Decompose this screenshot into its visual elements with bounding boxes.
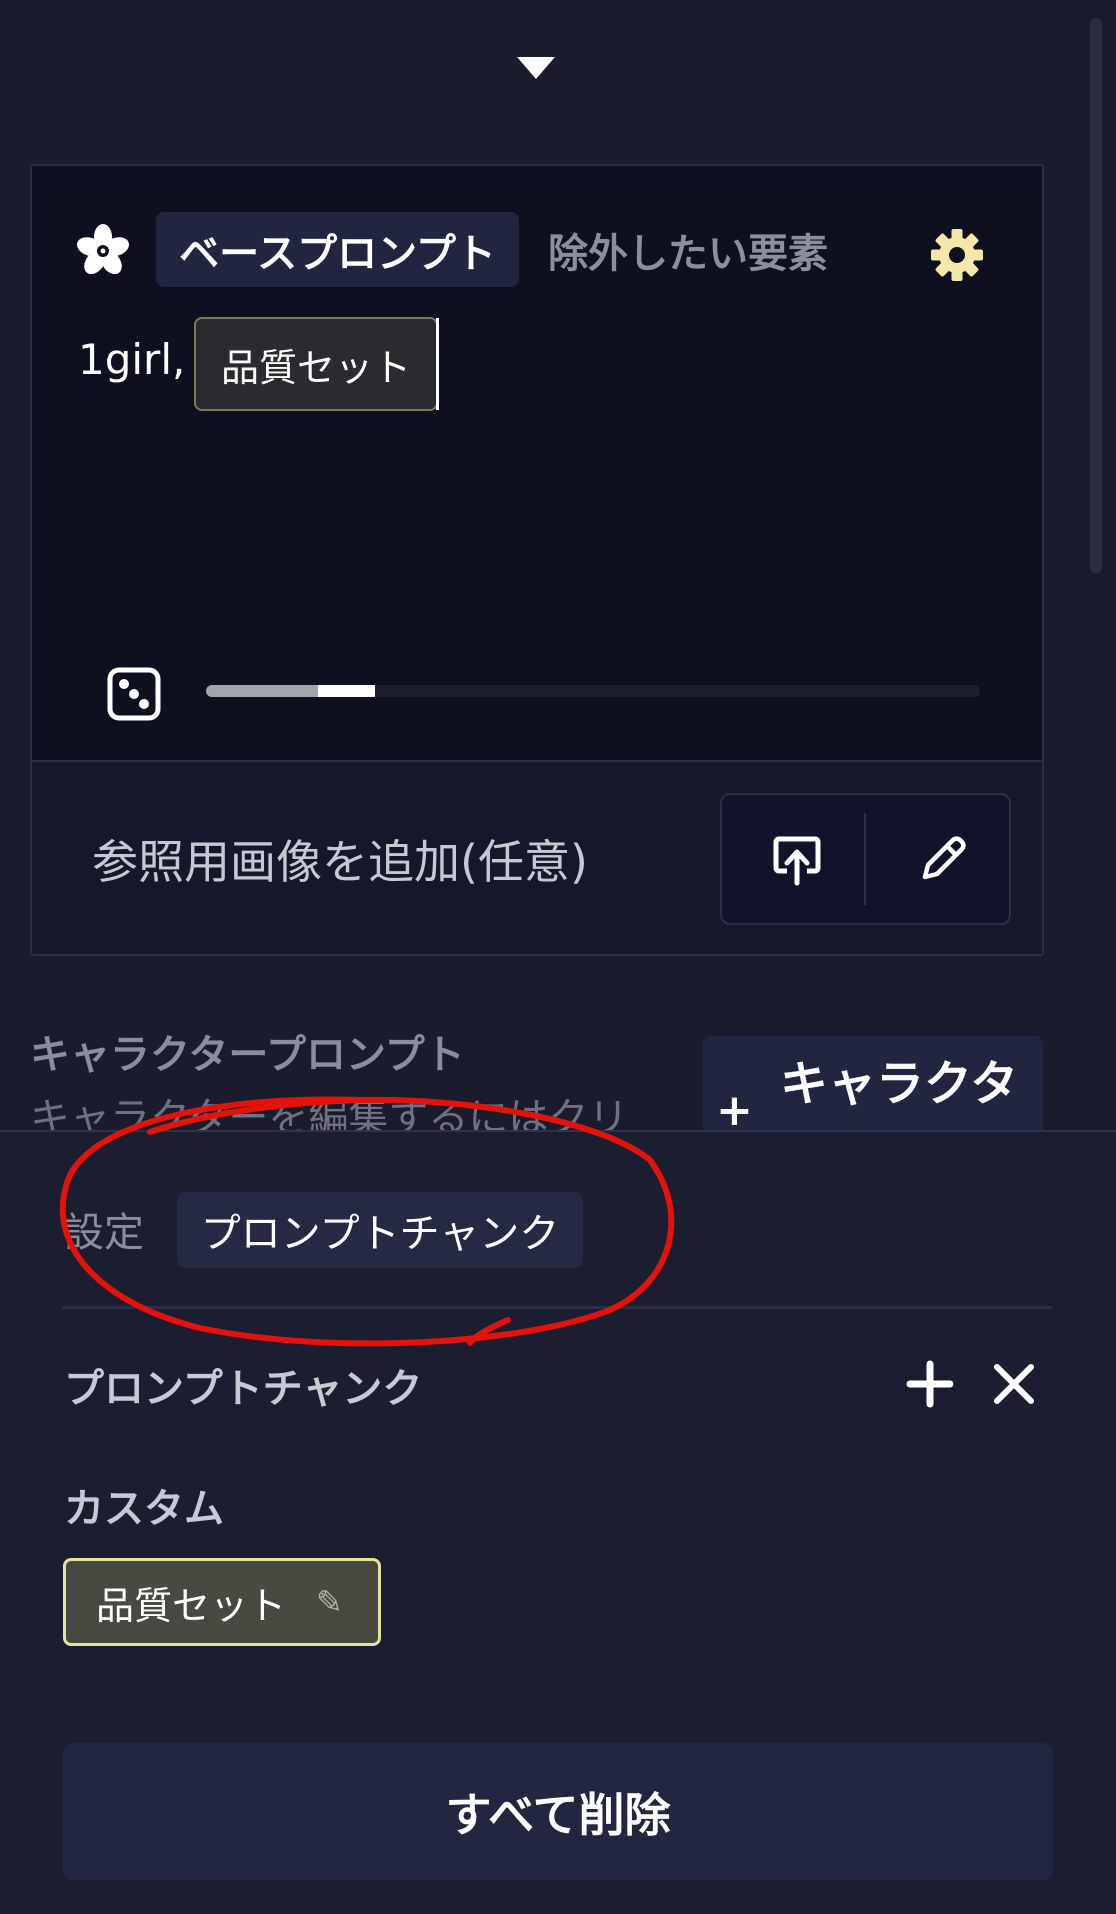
delete-all-button[interactable]: すべて削除: [63, 1743, 1053, 1880]
collapse-toggle[interactable]: [514, 52, 558, 84]
plus-icon: +: [716, 1085, 753, 1136]
caret-down-icon: [517, 57, 555, 79]
text-caret: [436, 318, 439, 410]
tab-settings[interactable]: 設定: [64, 1200, 144, 1258]
custom-heading: カスタム: [64, 1486, 224, 1532]
seed-slider-thumb[interactable]: [318, 685, 375, 697]
edit-icon[interactable]: ✎: [316, 1583, 343, 1621]
prompt-chunk-heading: プロンプトチャンク: [64, 1366, 423, 1412]
divider: [62, 1306, 1052, 1309]
plus-icon: [906, 1360, 954, 1408]
custom-chunk-chip[interactable]: 品質セット ✎: [63, 1558, 381, 1646]
draw-image-button[interactable]: [888, 810, 998, 908]
prompt-chunk-chip[interactable]: 品質セット: [194, 317, 438, 411]
sakura-icon: [74, 222, 132, 280]
chunk-chip-label: 品質セット: [96, 1583, 287, 1628]
pencil-icon: [922, 836, 966, 880]
add-chunk-button[interactable]: [904, 1358, 956, 1410]
upload-image-button[interactable]: [742, 810, 852, 908]
gear-icon[interactable]: [928, 226, 986, 284]
reference-buttons-divider: [864, 813, 866, 905]
seed-slider-fill: [206, 685, 318, 697]
tab-negative-prompt[interactable]: 除外したい要素: [548, 212, 868, 287]
tab-prompt-chunk[interactable]: プロンプトチャンク: [177, 1192, 583, 1268]
reference-image-label: 参照用画像を追加(任意): [92, 835, 588, 889]
close-icon: [994, 1364, 1034, 1404]
tab-base-prompt[interactable]: ベースプロンプト: [156, 212, 519, 287]
character-prompt-title: キャラクタープロンプト: [30, 1032, 465, 1078]
close-sheet-button[interactable]: [988, 1358, 1040, 1410]
dice-icon[interactable]: [106, 666, 162, 722]
prompt-text[interactable]: 1girl,: [78, 335, 185, 384]
upload-icon: [773, 836, 821, 886]
add-character-label: キャラクタ: [780, 1056, 1019, 1112]
scrollbar[interactable]: [1090, 18, 1102, 573]
